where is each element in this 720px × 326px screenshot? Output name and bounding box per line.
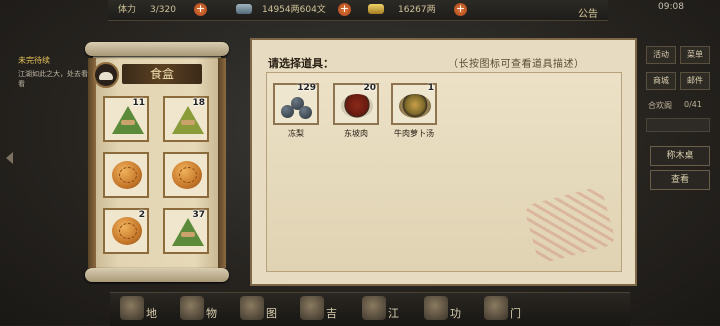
- food-slot[interactable]: [103, 152, 149, 198]
- top-status-bar: [108, 0, 608, 21]
- item-slot[interactable]: 20: [333, 83, 379, 125]
- progress-bar: [646, 118, 710, 132]
- bottom-nav-label: 门: [510, 307, 521, 320]
- food-slot[interactable]: 11: [103, 96, 149, 142]
- scroll-rod-bottom: [85, 268, 229, 282]
- bottom-nav-label: 地: [146, 307, 157, 320]
- table-button[interactable]: 称木桌: [650, 146, 710, 166]
- frozen-pear-icon: [281, 95, 313, 121]
- clock: 09:08: [658, 2, 684, 12]
- chevron-left-icon[interactable]: [6, 152, 13, 164]
- gold-value: 16267两: [398, 5, 436, 15]
- bottom-nav-icon[interactable]: [424, 296, 448, 320]
- bottom-nav-label: 物: [206, 307, 217, 320]
- beef-radish-soup-icon: [399, 94, 431, 118]
- bottom-nav-icon[interactable]: [240, 296, 264, 320]
- mooncake-icon: [172, 161, 202, 189]
- bottom-nav-icon[interactable]: [300, 296, 324, 320]
- food-count: 18: [192, 98, 205, 108]
- menu-button[interactable]: 菜单: [680, 46, 710, 64]
- activity-button[interactable]: 活动: [646, 46, 676, 64]
- mooncake-icon: [112, 161, 142, 189]
- location-label: 合欢阁: [648, 101, 672, 110]
- item-label: 牛肉萝卜汤: [394, 129, 434, 138]
- notice-button[interactable]: 公告: [578, 5, 598, 20]
- bottom-nav-label: 功: [450, 307, 461, 320]
- food-count: 11: [132, 98, 145, 108]
- food-count: 37: [192, 210, 205, 220]
- add-stamina-button[interactable]: +: [194, 3, 207, 16]
- item-count: 20: [363, 83, 376, 93]
- dialog-hint: （长按图标可查看道具描述）: [448, 59, 585, 70]
- location-count: 0/41: [684, 100, 702, 109]
- add-gold-button[interactable]: +: [454, 3, 467, 16]
- item-slot[interactable]: 1: [391, 83, 437, 125]
- food-slot[interactable]: 2: [103, 208, 149, 254]
- quest-tracker[interactable]: 未完待续 江湖如此之大，处去看看: [18, 55, 88, 89]
- food-slot[interactable]: 18: [163, 96, 209, 142]
- dialog-title: 请选择道具：: [268, 57, 334, 70]
- item-label: 冻梨: [288, 129, 304, 138]
- stamina-value: 3/320: [150, 5, 176, 15]
- scroll-edge-right: [218, 58, 226, 268]
- food-count: 2: [138, 210, 145, 220]
- bottom-nav-label: 吉: [326, 307, 337, 320]
- bottom-nav-icon[interactable]: [120, 296, 144, 320]
- quest-title: 未完待续: [18, 56, 50, 65]
- add-coins-button[interactable]: +: [338, 3, 351, 16]
- scroll-rod-top: [85, 42, 229, 56]
- foodbox-title: 食盒: [122, 64, 202, 84]
- shop-button[interactable]: 商城: [646, 72, 676, 90]
- mooncake-icon: [112, 217, 142, 245]
- silver-ingot-icon: [236, 4, 252, 14]
- item-count: 129: [297, 83, 316, 93]
- bottom-nav-icon[interactable]: [180, 296, 204, 320]
- bottom-nav-label: 江: [388, 307, 399, 320]
- bottom-nav-label: 图: [266, 307, 277, 320]
- gold-ingot-icon: [368, 4, 384, 14]
- view-button[interactable]: 查看: [650, 170, 710, 190]
- food-slot[interactable]: 37: [163, 208, 209, 254]
- quest-desc: 江湖如此之大，处去看看: [18, 70, 88, 88]
- item-label: 东坡肉: [344, 129, 368, 138]
- coins-value: 14954两604文: [262, 5, 326, 15]
- item-slot[interactable]: 129: [273, 83, 319, 125]
- scroll-edge-left: [88, 58, 96, 268]
- bottom-nav-icon[interactable]: [362, 296, 386, 320]
- stamina-label: 体力: [118, 5, 137, 15]
- panda-avatar-icon: [93, 62, 119, 88]
- food-slot[interactable]: [163, 152, 209, 198]
- dongpo-pork-icon: [341, 94, 373, 118]
- item-count: 1: [427, 83, 434, 93]
- bottom-nav-icon[interactable]: [484, 296, 508, 320]
- mail-button[interactable]: 邮件: [680, 72, 710, 90]
